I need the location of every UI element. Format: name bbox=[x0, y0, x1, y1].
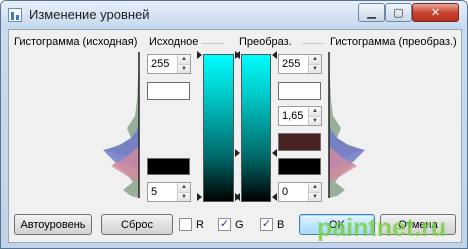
source-label: Исходное bbox=[149, 36, 199, 48]
spin-down-icon[interactable]: ▼ bbox=[309, 191, 321, 201]
channel-g-label: G bbox=[235, 218, 244, 231]
source-histogram bbox=[103, 52, 140, 198]
spin-down-icon[interactable]: ▼ bbox=[309, 63, 321, 73]
output-black-input[interactable]: 0 ▲ ▼ bbox=[278, 182, 322, 202]
maximize-button[interactable]: ▢ bbox=[385, 3, 412, 22]
output-white-input[interactable]: 255 ▲ ▼ bbox=[278, 54, 322, 74]
output-white-handle-left[interactable] bbox=[235, 51, 240, 59]
gamma-handle-right[interactable] bbox=[272, 149, 277, 157]
output-white-spinner[interactable]: ▲ ▼ bbox=[308, 55, 321, 73]
source-white-value: 255 bbox=[151, 58, 170, 70]
channel-b-checkbox[interactable]: ✓ B bbox=[260, 218, 284, 231]
transformed-label: Преобраз. bbox=[239, 36, 292, 48]
histogram-transformed-label: Гистограмма (преобраз.) bbox=[330, 36, 457, 48]
gamma-handle-left[interactable] bbox=[235, 149, 240, 157]
spin-up-icon[interactable]: ▲ bbox=[309, 183, 321, 192]
source-black-input[interactable]: 5 ▲ ▼ bbox=[147, 182, 191, 202]
output-white-handle-right[interactable] bbox=[272, 51, 277, 59]
channel-b-label: B bbox=[277, 218, 285, 231]
output-gradient-bar bbox=[241, 54, 271, 202]
output-white-value: 255 bbox=[282, 58, 301, 70]
channel-b-box[interactable]: ✓ bbox=[260, 218, 273, 231]
auto-level-button[interactable]: Автоуровень bbox=[14, 214, 92, 235]
title-bar: Изменение уровней ▁ ▢ ✕ bbox=[1, 1, 467, 29]
gamma-swatch[interactable] bbox=[278, 133, 321, 151]
channel-r-checkbox[interactable]: R bbox=[179, 218, 204, 231]
output-black-handle-right[interactable] bbox=[272, 193, 277, 201]
spin-up-icon[interactable]: ▲ bbox=[309, 107, 321, 116]
levels-app-icon bbox=[8, 8, 22, 22]
output-white-swatch[interactable] bbox=[278, 82, 321, 100]
channel-r-box[interactable] bbox=[179, 218, 192, 231]
window-title: Изменение уровней bbox=[29, 7, 150, 22]
output-black-spinner[interactable]: ▲ ▼ bbox=[308, 183, 321, 201]
source-white-spinner[interactable]: ▲ ▼ bbox=[177, 55, 190, 73]
transformed-histogram bbox=[328, 52, 365, 198]
channel-r-label: R bbox=[196, 218, 204, 231]
transformed-divider bbox=[302, 43, 324, 44]
source-white-swatch[interactable] bbox=[147, 82, 190, 100]
dialog-client-area: Гистограмма (исходная) Исходное Преобраз… bbox=[8, 29, 462, 243]
input-black-handle-left[interactable] bbox=[197, 193, 202, 201]
spin-up-icon[interactable]: ▲ bbox=[178, 183, 190, 192]
minimize-button[interactable]: ▁ bbox=[358, 3, 385, 22]
source-black-spinner[interactable]: ▲ ▼ bbox=[177, 183, 190, 201]
close-button[interactable]: ✕ bbox=[412, 3, 459, 22]
spin-up-icon[interactable]: ▲ bbox=[178, 55, 190, 64]
spin-down-icon[interactable]: ▼ bbox=[309, 115, 321, 125]
source-gradient-bar bbox=[203, 54, 234, 202]
source-white-input[interactable]: 255 ▲ ▼ bbox=[147, 54, 191, 74]
spin-up-icon[interactable]: ▲ bbox=[309, 55, 321, 64]
input-white-handle-left[interactable] bbox=[197, 51, 202, 59]
gamma-spinner[interactable]: ▲ ▼ bbox=[308, 107, 321, 125]
source-black-value: 5 bbox=[151, 186, 158, 198]
spin-down-icon[interactable]: ▼ bbox=[178, 191, 190, 201]
source-divider bbox=[202, 43, 224, 44]
spin-down-icon[interactable]: ▼ bbox=[178, 63, 190, 73]
reset-button[interactable]: Сброс bbox=[101, 214, 173, 235]
levels-dialog: Изменение уровней ▁ ▢ ✕ Гистограмма (исх… bbox=[0, 0, 468, 249]
histogram-source-label: Гистограмма (исходная) bbox=[14, 36, 138, 48]
gamma-value: 1,65 bbox=[282, 110, 304, 122]
channel-g-checkbox[interactable]: ✓ G bbox=[218, 218, 244, 231]
source-black-swatch[interactable] bbox=[147, 158, 190, 175]
gamma-input[interactable]: 1,65 ▲ ▼ bbox=[278, 106, 322, 126]
output-black-handle-left[interactable] bbox=[235, 193, 240, 201]
output-black-value: 0 bbox=[282, 186, 289, 198]
channel-g-box[interactable]: ✓ bbox=[218, 218, 231, 231]
output-black-swatch[interactable] bbox=[278, 158, 321, 175]
watermark-text: paintnet.ru bbox=[317, 214, 447, 242]
